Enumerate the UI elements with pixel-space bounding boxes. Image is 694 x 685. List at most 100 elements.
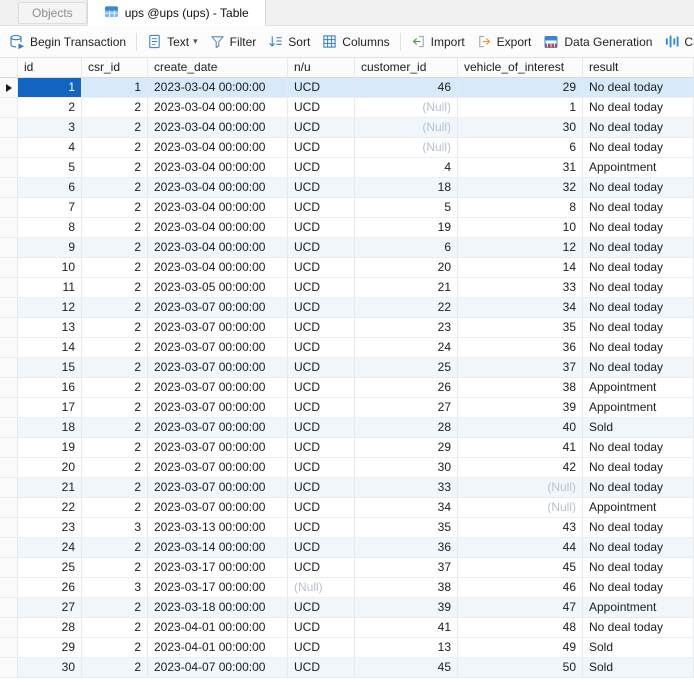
cell-n_u[interactable]: UCD xyxy=(288,458,355,478)
cell-result[interactable]: No deal today xyxy=(583,618,694,638)
cell-n_u[interactable]: UCD xyxy=(288,198,355,218)
cell-csr_id[interactable]: 2 xyxy=(82,98,148,118)
cell-vehicle_of_interest[interactable]: 40 xyxy=(458,418,583,438)
cell-customer_id[interactable]: 38 xyxy=(355,578,458,598)
row-header[interactable] xyxy=(0,658,18,678)
cell-vehicle_of_interest[interactable]: 35 xyxy=(458,318,583,338)
cell-result[interactable]: No deal today xyxy=(583,178,694,198)
cell-csr_id[interactable]: 2 xyxy=(82,218,148,238)
table-row[interactable]: 2632023-03-17 00:00:00(Null)3846No deal … xyxy=(0,578,694,598)
row-header[interactable] xyxy=(0,518,18,538)
cell-csr_id[interactable]: 2 xyxy=(82,538,148,558)
cell-n_u[interactable]: UCD xyxy=(288,258,355,278)
cell-create_date[interactable]: 2023-03-07 00:00:00 xyxy=(148,358,288,378)
table-row[interactable]: 1222023-03-07 00:00:00UCD2234No deal tod… xyxy=(0,298,694,318)
table-row[interactable]: 2222023-03-07 00:00:00UCD34(Null)Appoint… xyxy=(0,498,694,518)
cell-result[interactable]: No deal today xyxy=(583,218,694,238)
table-row[interactable]: 1322023-03-07 00:00:00UCD2335No deal tod… xyxy=(0,318,694,338)
cell-csr_id[interactable]: 2 xyxy=(82,358,148,378)
cell-vehicle_of_interest[interactable]: (Null) xyxy=(458,498,583,518)
cell-result[interactable]: No deal today xyxy=(583,318,694,338)
cell-customer_id[interactable]: (Null) xyxy=(355,138,458,158)
cell-id[interactable]: 19 xyxy=(18,438,82,458)
cell-vehicle_of_interest[interactable]: 43 xyxy=(458,518,583,538)
cell-customer_id[interactable]: 36 xyxy=(355,538,458,558)
cell-create_date[interactable]: 2023-03-05 00:00:00 xyxy=(148,278,288,298)
cell-n_u[interactable]: UCD xyxy=(288,218,355,238)
cell-csr_id[interactable]: 2 xyxy=(82,418,148,438)
column-header-n_u[interactable]: n/u xyxy=(288,58,355,78)
cell-csr_id[interactable]: 2 xyxy=(82,178,148,198)
cell-result[interactable]: No deal today xyxy=(583,98,694,118)
cell-id[interactable]: 4 xyxy=(18,138,82,158)
cell-customer_id[interactable]: 30 xyxy=(355,458,458,478)
cell-result[interactable]: No deal today xyxy=(583,478,694,498)
begin-transaction-button[interactable]: Begin Transaction xyxy=(3,30,132,54)
table-row[interactable]: 1022023-03-04 00:00:00UCD2014No deal tod… xyxy=(0,258,694,278)
cell-create_date[interactable]: 2023-03-17 00:00:00 xyxy=(148,578,288,598)
row-header[interactable] xyxy=(0,618,18,638)
cell-n_u[interactable]: UCD xyxy=(288,138,355,158)
table-row[interactable]: 2922023-04-01 00:00:00UCD1349Sold xyxy=(0,638,694,658)
row-header[interactable] xyxy=(0,178,18,198)
cell-id[interactable]: 23 xyxy=(18,518,82,538)
cell-n_u[interactable]: UCD xyxy=(288,538,355,558)
table-row[interactable]: 2022023-03-07 00:00:00UCD3042No deal tod… xyxy=(0,458,694,478)
cell-vehicle_of_interest[interactable]: 45 xyxy=(458,558,583,578)
cell-csr_id[interactable]: 2 xyxy=(82,298,148,318)
cell-n_u[interactable]: UCD xyxy=(288,658,355,678)
cell-csr_id[interactable]: 2 xyxy=(82,238,148,258)
cell-customer_id[interactable]: 24 xyxy=(355,338,458,358)
cell-id[interactable]: 5 xyxy=(18,158,82,178)
cell-customer_id[interactable]: 33 xyxy=(355,478,458,498)
cell-create_date[interactable]: 2023-03-04 00:00:00 xyxy=(148,158,288,178)
table-row[interactable]: 2722023-03-18 00:00:00UCD3947Appointment xyxy=(0,598,694,618)
table-row[interactable]: 322023-03-04 00:00:00UCD(Null)30No deal … xyxy=(0,118,694,138)
cell-customer_id[interactable]: 26 xyxy=(355,378,458,398)
row-header[interactable] xyxy=(0,378,18,398)
row-header[interactable] xyxy=(0,138,18,158)
cell-result[interactable]: No deal today xyxy=(583,438,694,458)
data-generation-button[interactable]: Data Generation xyxy=(537,30,658,54)
cell-create_date[interactable]: 2023-04-07 00:00:00 xyxy=(148,658,288,678)
cell-customer_id[interactable]: 22 xyxy=(355,298,458,318)
cell-csr_id[interactable]: 2 xyxy=(82,458,148,478)
cell-result[interactable]: No deal today xyxy=(583,538,694,558)
cell-n_u[interactable]: UCD xyxy=(288,158,355,178)
cell-n_u[interactable]: UCD xyxy=(288,638,355,658)
cell-vehicle_of_interest[interactable]: 1 xyxy=(458,98,583,118)
cell-vehicle_of_interest[interactable]: 33 xyxy=(458,278,583,298)
cell-create_date[interactable]: 2023-03-04 00:00:00 xyxy=(148,118,288,138)
table-row[interactable]: 1822023-03-07 00:00:00UCD2840Sold xyxy=(0,418,694,438)
cell-result[interactable]: Sold xyxy=(583,418,694,438)
table-row[interactable]: 822023-03-04 00:00:00UCD1910No deal toda… xyxy=(0,218,694,238)
cell-create_date[interactable]: 2023-04-01 00:00:00 xyxy=(148,618,288,638)
row-header[interactable] xyxy=(0,98,18,118)
table-row[interactable]: 1722023-03-07 00:00:00UCD2739Appointment xyxy=(0,398,694,418)
cell-csr_id[interactable]: 2 xyxy=(82,378,148,398)
table-row[interactable]: 422023-03-04 00:00:00UCD(Null)6No deal t… xyxy=(0,138,694,158)
cell-vehicle_of_interest[interactable]: 39 xyxy=(458,398,583,418)
cell-n_u[interactable]: (Null) xyxy=(288,578,355,598)
cell-vehicle_of_interest[interactable]: 34 xyxy=(458,298,583,318)
table-row[interactable]: 2332023-03-13 00:00:00UCD3543No deal tod… xyxy=(0,518,694,538)
cell-id[interactable]: 28 xyxy=(18,618,82,638)
cell-vehicle_of_interest[interactable]: 46 xyxy=(458,578,583,598)
cell-vehicle_of_interest[interactable]: 30 xyxy=(458,118,583,138)
cell-id[interactable]: 8 xyxy=(18,218,82,238)
cell-n_u[interactable]: UCD xyxy=(288,318,355,338)
row-header[interactable] xyxy=(0,538,18,558)
cell-customer_id[interactable]: 19 xyxy=(355,218,458,238)
row-header[interactable] xyxy=(0,298,18,318)
cell-n_u[interactable]: UCD xyxy=(288,478,355,498)
row-header[interactable] xyxy=(0,358,18,378)
cell-create_date[interactable]: 2023-03-07 00:00:00 xyxy=(148,318,288,338)
columns-button[interactable]: Columns xyxy=(316,30,395,53)
cell-result[interactable]: No deal today xyxy=(583,578,694,598)
cell-id[interactable]: 2 xyxy=(18,98,82,118)
table-row[interactable]: 3022023-04-07 00:00:00UCD4550Sold xyxy=(0,658,694,678)
cell-csr_id[interactable]: 2 xyxy=(82,278,148,298)
row-header[interactable] xyxy=(0,458,18,478)
cell-id[interactable]: 22 xyxy=(18,498,82,518)
cell-vehicle_of_interest[interactable]: 14 xyxy=(458,258,583,278)
